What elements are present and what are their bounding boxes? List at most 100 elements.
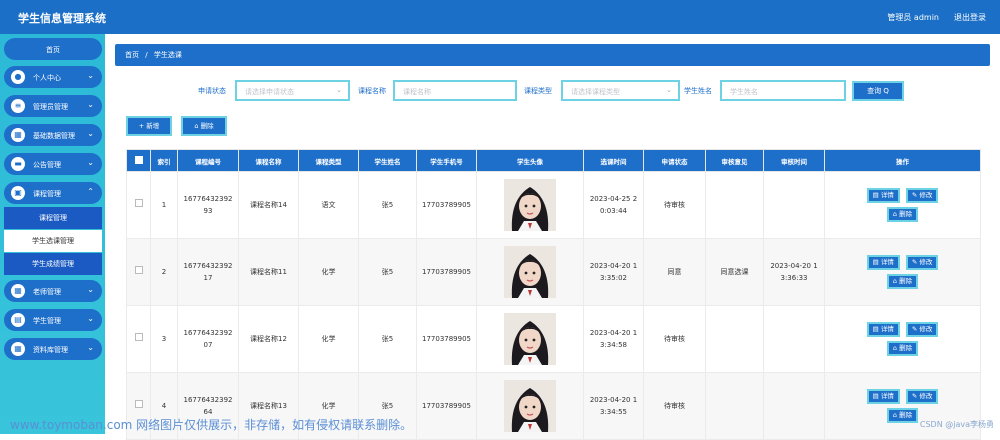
delete-button[interactable]: ⌂ 删除: [886, 207, 919, 222]
chevron-down-icon: ⌄: [87, 343, 94, 352]
detail-button[interactable]: ▤ 详情: [866, 322, 900, 337]
detail-button[interactable]: ▤ 详情: [866, 255, 900, 270]
status-cell: 同意: [643, 238, 706, 306]
sidebar-item-label: 基础数据管理: [33, 132, 75, 140]
sidebar-item-profile[interactable]: ● 个人中心 ⌄: [4, 66, 102, 88]
course-code-cell: 16776432392 93: [177, 171, 239, 239]
chevron-down-icon: ⌄: [87, 285, 94, 294]
sidebar-item-label: 课程管理: [33, 190, 61, 198]
sidebar-item-label: 首页: [46, 46, 60, 54]
sidebar-item-courses[interactable]: ▣ 课程管理 ⌃: [4, 182, 102, 204]
course-name-input[interactable]: 课程名称: [393, 80, 517, 101]
col-header: 索引: [150, 149, 178, 172]
sidebar-item-label: 公告管理: [33, 161, 61, 169]
edit-button[interactable]: ✎ 修改: [905, 188, 939, 203]
status-cell: 待审核: [643, 372, 706, 440]
sidebar-item-admins[interactable]: ≡ 管理员管理 ⌄: [4, 95, 102, 117]
status-cell: 待审核: [643, 305, 706, 373]
actions-cell: ▤ 详情 ✎ 修改 ⌂ 删除: [824, 171, 981, 239]
sidebar-item-basic-data[interactable]: ▦ 基础数据管理 ⌄: [4, 124, 102, 146]
select-time-cell: 2023-04-20 1 3:35:02: [583, 238, 644, 306]
row-checkbox-cell: [126, 238, 151, 306]
avatar-cell: [476, 238, 584, 306]
select-time-cell: 2023-04-20 1 3:34:55: [583, 372, 644, 440]
edit-label: 修改: [919, 392, 933, 400]
checkbox[interactable]: [134, 266, 143, 274]
submenu-grades[interactable]: 学生成绩管理: [4, 253, 102, 275]
doc-icon: ▤: [872, 392, 881, 400]
student-name-cell: 张5: [358, 305, 417, 373]
chevron-down-icon: ⌄: [87, 129, 94, 138]
delete-label: 删除: [899, 277, 913, 285]
audit-time-cell: [763, 171, 825, 239]
add-button[interactable]: + 新增: [126, 116, 172, 136]
checkbox[interactable]: [134, 400, 143, 408]
search-button[interactable]: 查询 Q: [852, 81, 904, 101]
detail-label: 详情: [880, 191, 894, 199]
edit-label: 修改: [919, 325, 933, 333]
detail-label: 详情: [880, 258, 894, 266]
sidebar-item-label: 个人中心: [33, 74, 61, 82]
sidebar-item-label: 学生管理: [33, 317, 61, 325]
checkbox[interactable]: [134, 199, 143, 207]
col-header: 选课时间: [583, 149, 644, 172]
phone-cell: 17703789905: [416, 372, 477, 440]
delete-button[interactable]: ⌂ 删除: [886, 274, 919, 289]
sidebar-item-students[interactable]: ▤ 学生管理 ⌄: [4, 309, 102, 331]
checkbox[interactable]: [134, 155, 143, 164]
opinion-cell: [705, 171, 764, 239]
chevron-down-icon: ⌄: [336, 86, 342, 94]
col-header: 操作: [824, 149, 981, 172]
student-name-input[interactable]: 学生姓名: [720, 80, 846, 101]
breadcrumb: 首页 / 学生选课: [115, 44, 990, 66]
doc-icon: ▤: [872, 325, 881, 333]
sidebar-item-label: 管理员管理: [33, 103, 68, 111]
filter-status-label: 申请状态: [198, 87, 226, 95]
status-cell: 待审核: [643, 171, 706, 239]
delete-label: 删除: [899, 210, 913, 218]
status-select[interactable]: 请选择申请状态 ⌄: [235, 80, 350, 101]
breadcrumb-home[interactable]: 首页: [125, 51, 139, 59]
submenu-course-selection[interactable]: 学生选课管理: [4, 230, 102, 252]
delete-button[interactable]: ⌂ 删除: [886, 341, 919, 356]
select-all-checkbox[interactable]: [126, 149, 151, 172]
avatar-cell: [476, 171, 584, 239]
audit-time-cell: 2023-04-20 1 3:36:33: [763, 238, 825, 306]
logout-link[interactable]: 退出登录: [954, 12, 986, 23]
student-name-placeholder: 学生姓名: [730, 88, 758, 96]
breadcrumb-current: 学生选课: [153, 51, 182, 59]
sidebar-item-teachers[interactable]: ▦ 老师管理 ⌄: [4, 280, 102, 302]
edit-button[interactable]: ✎ 修改: [905, 322, 939, 337]
col-header: 学生手机号: [416, 149, 477, 172]
table-header-row: 索引 课程编号 课程名称 课程类型 学生姓名 学生手机号 学生头像 选课时间 申…: [126, 149, 981, 172]
edit-button[interactable]: ✎ 修改: [905, 255, 939, 270]
grid-icon: ▦: [11, 128, 25, 142]
col-header: 审核时间: [763, 149, 825, 172]
chevron-down-icon: ⌄: [87, 314, 94, 323]
course-selection-table: 索引 课程编号 课程名称 课程类型 学生姓名 学生手机号 学生头像 选课时间 申…: [126, 149, 981, 440]
chevron-down-icon: ⌄: [666, 86, 672, 94]
chevron-down-icon: ⌄: [87, 158, 94, 167]
avatar-cell: [476, 305, 584, 373]
bulk-delete-button[interactable]: ⌂ 删除: [181, 116, 227, 136]
admin-label[interactable]: 管理员 admin: [887, 12, 939, 23]
checkbox[interactable]: [134, 333, 143, 341]
course-type-select[interactable]: 请选择课程类型 ⌄: [561, 80, 680, 101]
detail-button[interactable]: ▤ 详情: [866, 188, 900, 203]
sidebar-item-home[interactable]: 首页: [4, 38, 102, 60]
doc-icon: ▤: [11, 313, 25, 327]
edit-button[interactable]: ✎ 修改: [905, 389, 939, 404]
sidebar-item-library[interactable]: ▦ 资料库管理 ⌄: [4, 338, 102, 360]
chevron-down-icon: ⌄: [87, 100, 94, 109]
detail-label: 详情: [880, 392, 894, 400]
delete-button[interactable]: ⌂ 删除: [886, 408, 919, 423]
course-name-cell: 课程名称14: [238, 171, 299, 239]
submenu-course-manage[interactable]: 课程管理: [4, 207, 102, 229]
table-row: 3 16776432392 07 课程名称12 化学 张5 17703789905 2023…: [126, 305, 981, 373]
sidebar-item-notices[interactable]: ▬ 公告管理 ⌄: [4, 153, 102, 175]
chevron-up-icon: ⌃: [87, 187, 94, 196]
chevron-down-icon: ⌄: [87, 71, 94, 80]
col-header: 课程名称: [238, 149, 299, 172]
filter-course-type-label: 课程类型: [524, 87, 552, 95]
detail-button[interactable]: ▤ 详情: [866, 389, 900, 404]
